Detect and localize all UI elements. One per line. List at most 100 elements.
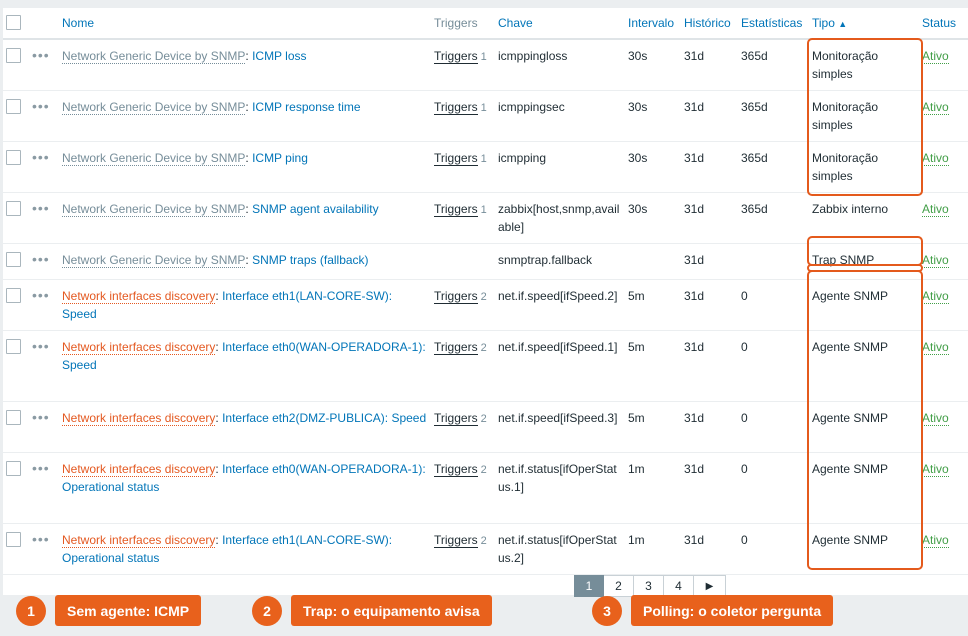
row-checkbox[interactable] — [6, 461, 21, 476]
item-key: icmppingsec — [495, 90, 625, 142]
row-checkbox[interactable] — [6, 532, 21, 547]
page-button-3[interactable]: 3 — [634, 575, 664, 597]
triggers-link[interactable]: Triggers — [434, 202, 478, 217]
triggers-cell: Triggers 2 — [431, 523, 495, 575]
row-checkbox[interactable] — [6, 339, 21, 354]
status-toggle[interactable]: Ativo — [922, 100, 949, 115]
triggers-cell: Triggers 1 — [431, 141, 495, 193]
col-type[interactable]: Tipo ▲ — [809, 8, 919, 40]
template-link[interactable]: Network Generic Device by SNMP — [62, 253, 246, 268]
item-name-link[interactable]: Interface eth2(DMZ-PUBLICA): Speed — [222, 411, 426, 425]
status-toggle[interactable]: Ativo — [922, 202, 949, 217]
template-link[interactable]: Network Generic Device by SNMP — [62, 202, 246, 217]
more-actions-icon[interactable]: ••• — [32, 460, 50, 476]
row-checkbox[interactable] — [6, 410, 21, 425]
more-actions-icon[interactable]: ••• — [32, 149, 50, 165]
template-link[interactable]: Network Generic Device by SNMP — [62, 100, 246, 115]
trigger-count: 2 — [480, 342, 487, 354]
trigger-count: 1 — [480, 153, 487, 165]
item-key: icmpping — [495, 141, 625, 193]
more-actions-icon[interactable]: ••• — [32, 98, 50, 114]
triggers-link[interactable]: Triggers — [434, 289, 478, 304]
page-button-1[interactable]: 1 — [574, 575, 604, 597]
discovery-rule-link[interactable]: Network interfaces discovery — [62, 462, 216, 477]
row-checkbox[interactable] — [6, 48, 21, 63]
item-key: net.if.speed[ifSpeed.1] — [495, 330, 625, 402]
status-cell: Ativo — [919, 279, 965, 331]
item-interval: 30s — [625, 192, 681, 244]
col-key[interactable]: Chave — [495, 8, 625, 40]
item-name-link[interactable]: ICMP response time — [252, 100, 361, 114]
item-name-cell: Network interfaces discovery: Interface … — [59, 401, 431, 453]
row-menu-cell: ••• — [29, 401, 59, 453]
template-link[interactable]: Network Generic Device by SNMP — [62, 151, 246, 166]
row-checkbox[interactable] — [6, 150, 21, 165]
page-button-4[interactable]: 4 — [664, 575, 694, 597]
more-actions-icon[interactable]: ••• — [32, 47, 50, 63]
triggers-link[interactable]: Triggers — [434, 340, 478, 355]
status-toggle[interactable]: Ativo — [922, 411, 949, 426]
more-actions-icon[interactable]: ••• — [32, 531, 50, 547]
highlight-polling-types — [807, 270, 923, 570]
status-toggle[interactable]: Ativo — [922, 289, 949, 304]
status-cell: Ativo — [919, 243, 965, 280]
discovery-rule-link[interactable]: Network interfaces discovery — [62, 340, 216, 355]
row-checkbox[interactable] — [6, 252, 21, 267]
discovery-rule-link[interactable]: Network interfaces discovery — [62, 411, 216, 426]
row-select-cell — [3, 243, 29, 280]
row-checkbox[interactable] — [6, 201, 21, 216]
discovery-rule-link[interactable]: Network interfaces discovery — [62, 289, 216, 304]
triggers-link[interactable]: Triggers — [434, 462, 478, 477]
item-history: 31d — [681, 401, 738, 453]
page-button-2[interactable]: 2 — [604, 575, 634, 597]
next-page-icon[interactable]: ▶ — [694, 575, 726, 597]
more-actions-icon[interactable]: ••• — [32, 409, 50, 425]
row-menu-cell: ••• — [29, 141, 59, 193]
status-cell: Ativo — [919, 141, 965, 193]
col-trends[interactable]: Estatísticas — [738, 8, 809, 40]
more-actions-icon[interactable]: ••• — [32, 338, 50, 354]
triggers-link[interactable]: Triggers — [434, 533, 478, 548]
trigger-count: 2 — [480, 413, 487, 425]
triggers-link[interactable]: Triggers — [434, 411, 478, 426]
callout-1-label: Sem agente: ICMP — [55, 595, 202, 626]
status-toggle[interactable]: Ativo — [922, 49, 949, 64]
status-toggle[interactable]: Ativo — [922, 151, 949, 166]
col-name[interactable]: Nome — [59, 8, 431, 40]
highlight-icmp-types — [807, 38, 923, 196]
row-checkbox[interactable] — [6, 288, 21, 303]
row-menu-cell: ••• — [29, 279, 59, 331]
item-history: 31d — [681, 523, 738, 575]
callout-1-number: 1 — [16, 596, 46, 626]
triggers-link[interactable]: Triggers — [434, 100, 478, 115]
item-key: net.if.status[ifOperStatus.1] — [495, 452, 625, 524]
discovery-rule-link[interactable]: Network interfaces discovery — [62, 533, 216, 548]
row-select-cell — [3, 279, 29, 331]
row-checkbox[interactable] — [6, 99, 21, 114]
item-name-cell: Network Generic Device by SNMP: SNMP tra… — [59, 243, 431, 280]
more-actions-icon[interactable]: ••• — [32, 287, 50, 303]
item-key: zabbix[host,snmp,available] — [495, 192, 625, 244]
trigger-count: 2 — [480, 464, 487, 476]
status-toggle[interactable]: Ativo — [922, 462, 949, 477]
col-type-label: Tipo — [812, 16, 835, 30]
more-actions-icon[interactable]: ••• — [32, 200, 50, 216]
col-interval[interactable]: Intervalo — [625, 8, 681, 40]
item-name-link[interactable]: ICMP ping — [252, 151, 308, 165]
col-status[interactable]: Status — [919, 8, 965, 40]
select-all-checkbox[interactable] — [6, 14, 21, 30]
item-name-link[interactable]: SNMP traps (fallback) — [252, 253, 368, 267]
template-link[interactable]: Network Generic Device by SNMP — [62, 49, 246, 64]
status-toggle[interactable]: Ativo — [922, 340, 949, 355]
status-toggle[interactable]: Ativo — [922, 533, 949, 548]
col-history[interactable]: Histórico — [681, 8, 738, 40]
item-name-link[interactable]: SNMP agent availability — [252, 202, 379, 216]
item-name-link[interactable]: ICMP loss — [252, 49, 306, 63]
triggers-link[interactable]: Triggers — [434, 49, 478, 64]
item-history: 31d — [681, 279, 738, 331]
triggers-link[interactable]: Triggers — [434, 151, 478, 166]
status-toggle[interactable]: Ativo — [922, 253, 949, 268]
more-actions-icon[interactable]: ••• — [32, 251, 50, 267]
trigger-count: 1 — [480, 51, 487, 63]
item-key: snmptrap.fallback — [495, 243, 625, 280]
